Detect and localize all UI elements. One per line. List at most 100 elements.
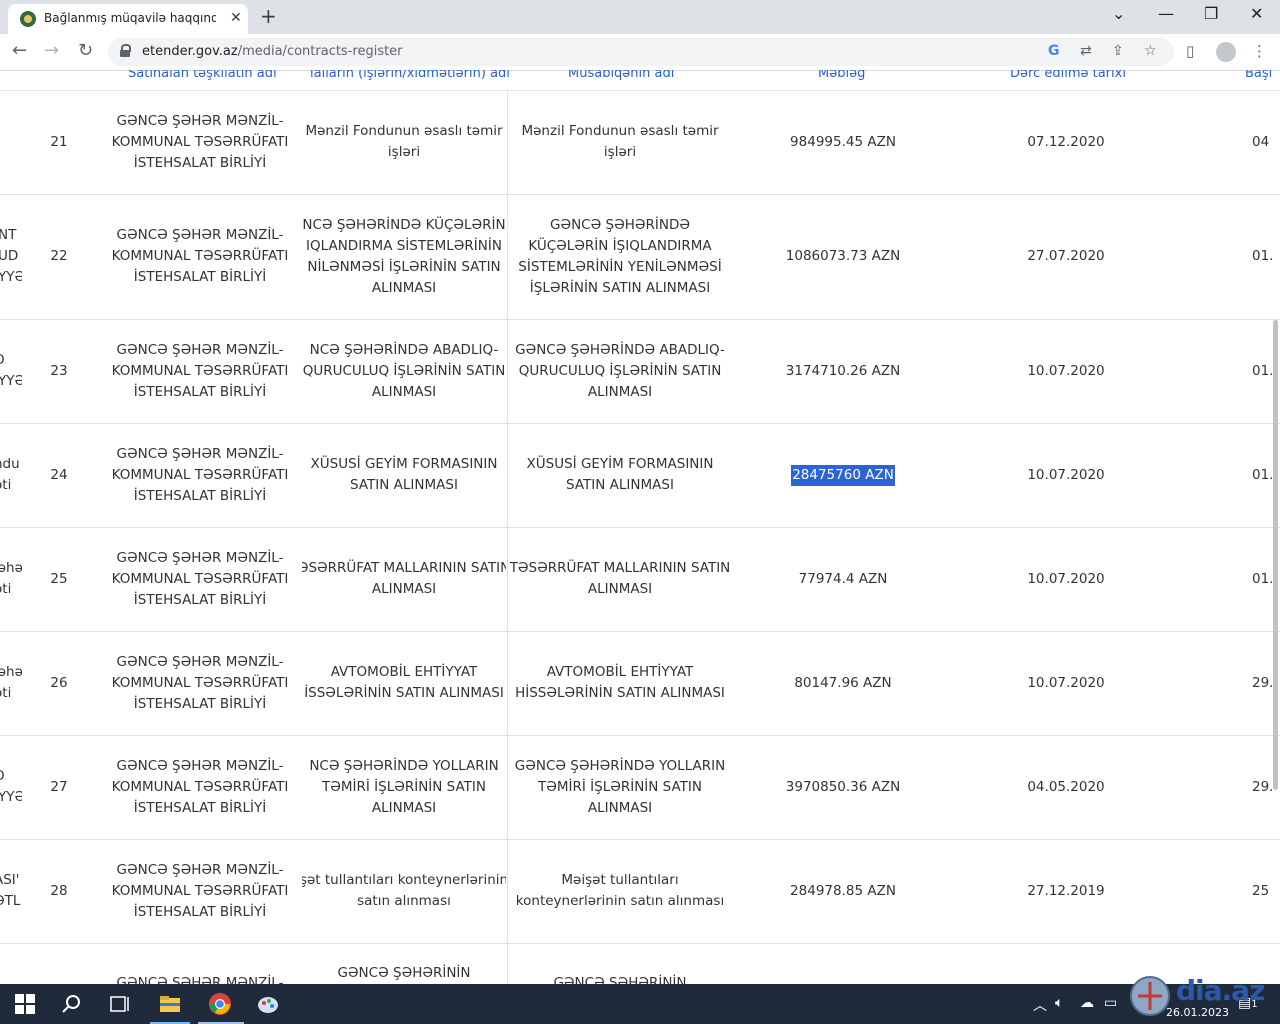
left-clipped-cell: ləhə əti [0,664,22,701]
header-date[interactable]: Dərc edilmə tarixi [1010,70,1126,81]
subject-cell: Mənzil Fondunun əsaslı təmir işləri [302,90,506,194]
side-panel-icon[interactable]: ▯ [1186,42,1194,60]
google-icon[interactable]: G [1048,43,1060,59]
back-arrow-icon[interactable]: ← [12,40,27,61]
start-date-clipped: 04 [1252,133,1270,150]
url-text: etender.gov.az/media/contracts-register [142,44,403,59]
new-tab-button[interactable]: + [260,4,277,28]
translate-icon[interactable]: ⇄ [1080,43,1092,59]
subject-line: ALINMASI [371,581,437,597]
table-row: İNT JUD İYYƏ 22 GƏNCƏ ŞƏHƏR MƏNZİL-KOMMUNA… [0,194,1280,320]
left-clipped-cell [0,943,22,984]
subject-line: ALINMASI [371,799,437,816]
table-row: 21 GƏNCƏ ŞƏHƏR MƏNZİL-KOMMUNAL TƏSƏRRÜFAT… [0,90,1280,195]
winner-name: GƏNCƏ ŞƏHƏRİNDƏ YOLLARIN TƏMİRİ İŞLƏRİNİ… [514,757,726,816]
tab-strip: Bağlanmış müqavilə haqqında m ✕ + ⌄ — ❐ … [0,0,1280,34]
file-explorer-icon[interactable] [158,992,182,1016]
row-number: 22 [50,248,68,264]
menu-dots-icon[interactable]: ⋮ [1252,42,1267,60]
winner-name: TƏSƏRRÜFAT MALLARININ SATIN ALINMASI [509,560,731,597]
publish-date: 07.12.2020 [1027,133,1105,150]
watermark-text: dia.az [1176,974,1265,1007]
header-org[interactable]: Satınalan təşkilatın adı [128,70,277,81]
publish-date: 27.07.2020 [1027,248,1105,264]
profile-avatar[interactable] [1216,42,1236,62]
onedrive-cloud-icon[interactable]: ☁ [1080,995,1094,1011]
subject-line: QURUCULUQ İŞLƏRİNİN SATIN [302,362,506,379]
left-clipped-cell: ləhə əti [0,560,22,597]
subject-line: İSSƏLƏRİNİN SATIN ALINMASI [304,685,504,701]
amount-value: 80147.96 AZN [794,674,892,691]
tab-close-icon[interactable]: ✕ [230,10,242,26]
task-view-icon[interactable] [108,992,132,1016]
winner-name: GƏNCƏ ŞƏHƏRİNDƏ KÜÇƏLƏRİN İŞIQLANDIRMA S… [518,216,722,296]
header-amount[interactable]: Məbləğ [818,70,865,81]
row-number: 26 [50,674,68,691]
publish-date: 10.07.2020 [1027,674,1105,691]
watermark-logo: dia.az [1128,972,1276,1020]
forward-arrow-icon[interactable]: → [44,40,59,61]
winner-name: GƏNCƏ ŞƏHƏRİNDƏ ABADLIQ-QURUCULUQ İŞLƏRİ… [515,341,725,400]
row-number [38,943,80,984]
left-clipped-cell: O İYYƏ [0,352,22,389]
tab-search-icon[interactable]: ⌄ [1112,4,1125,23]
tab-title: Bağlanmış müqavilə haqqında m [44,11,216,25]
bookmark-star-icon[interactable]: ☆ [1144,43,1157,59]
amount-value: 77974.4 AZN [798,570,888,587]
winner-name: XÜSUSİ GEYİM FORMASININ SATIN ALINMASI [526,456,714,493]
table-row: GƏNCƏ ŞƏHƏR MƏNZİL- GƏNCƏ ŞƏHƏRİNİN GƏNCƏ … [0,943,1280,984]
lock-icon[interactable] [120,44,131,57]
amount-value: 3970850.36 AZN [785,778,901,795]
left-clipped-cell [0,90,22,194]
site-favicon-icon [20,11,36,27]
volume-icon[interactable]: 🔈︎ [1055,995,1063,1011]
tray-chevron-icon[interactable]: ︿ [1033,995,1047,1015]
close-window-button[interactable]: ✕ [1250,4,1263,23]
row-number: 24 [50,466,68,483]
org-name: GƏNCƏ ŞƏHƏR MƏNZİL-KOMMUNAL TƏSƏRRÜFATI … [111,227,289,285]
address-bar[interactable]: etender.gov.az/media/contracts-register … [108,38,1174,66]
amount-value: 984995.45 AZN [790,133,896,150]
subject-line: NCƏ ŞƏHƏRİNDƏ ABADLIQ- [309,341,499,358]
header-winner[interactable]: Müsabiqənin adı [568,70,674,81]
subject-line: işləri [387,144,421,160]
page-content: Satınalan təşkilatın adı lalların (işlər… [0,70,1280,984]
selected-amount[interactable]: 28475760 AZN [791,464,895,486]
org-name: GƏNCƏ ŞƏHƏR MƏNZİL-KOMMUNAL TƏSƏRRÜFATI … [111,112,289,171]
share-icon[interactable]: ⇪ [1112,43,1124,59]
winner-name: AVTOMOBİL EHTİYYAT HİSSƏLƏRİNİN SATIN AL… [515,664,725,701]
subject-line: NCƏ ŞƏHƏRİNDƏ KÜÇƏLƏRİN [302,216,506,233]
vertical-scrollbar[interactable] [1273,320,1278,790]
org-name: GƏNCƏ ŞƏHƏR MƏNZİL-KOMMUNAL TƏSƏRRÜFATI … [111,861,289,920]
subject-line: şət tullantıları konteynerlərinin [302,872,506,888]
subject-line: IQLANDIRMA SİSTEMLƏRİNİN [306,237,502,254]
header-subject[interactable]: lalların (işlərin/xidmətlərin) adı [310,70,510,81]
org-name: GƏNCƏ ŞƏHƏR MƏNZİL-KOMMUNAL TƏSƏRRÜFATI … [111,757,289,816]
windows-start-icon[interactable] [13,992,37,1016]
subject-line: ƏSƏRRÜFAT MALLARININ SATIN [302,560,506,576]
paint-app-icon[interactable] [256,992,280,1016]
subject-line: ALINMASI [371,279,437,296]
table-row: O İYYƏ 23 GƏNCƏ ŞƏHƏR MƏNZİL-KOMMUNAL TƏSƏ… [0,319,1280,424]
table-header: Satınalan təşkilatın adı lalların (işlər… [0,70,1280,91]
subject-line: NİLƏNMƏSİ İŞLƏRİNİN SATIN [307,258,501,275]
publish-date: 04.05.2020 [1027,778,1105,795]
amount-value: 1086073.73 AZN [785,248,901,264]
browser-tab[interactable]: Bağlanmış müqavilə haqqında m ✕ [8,4,248,34]
restore-button[interactable]: ❐ [1204,4,1218,23]
chrome-icon[interactable] [208,992,232,1016]
minimize-button[interactable]: — [1158,4,1174,23]
search-icon[interactable] [60,992,84,1016]
subject-cell: AVTOMOBİL EHTİYYAT İSSƏLƏRİNİN SATIN ALIN… [302,631,506,735]
header-start[interactable]: Başl [1245,70,1272,81]
left-clipped-cell: O İYYƏ [0,768,22,805]
subject-cell: GƏNCƏ ŞƏHƏRİNİN [302,943,506,984]
row-number: 25 [50,570,68,587]
winner-name: Mənzil Fondunun əsaslı təmir işləri [521,123,719,160]
org-name: GƏNCƏ ŞƏHƏR MƏNZİL-KOMMUNAL TƏSƏRRÜFATI … [111,341,289,400]
network-icon[interactable]: ▭ [1104,995,1117,1011]
subject-line: SATIN ALINMASI [350,477,458,493]
table-row: ləhə əti 25 GƏNCƏ ŞƏHƏR MƏNZİL-KOMMUNAL TƏ… [0,527,1280,632]
row-number: 28 [50,882,68,899]
reload-icon[interactable]: ↻ [78,40,93,61]
